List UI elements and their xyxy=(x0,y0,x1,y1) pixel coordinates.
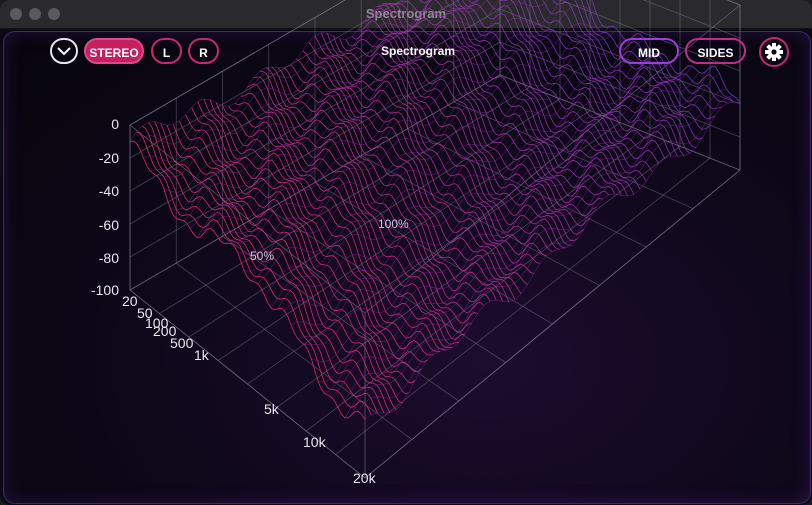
collapse-button[interactable] xyxy=(50,38,78,64)
spectrum-time-line xyxy=(317,65,693,383)
spectrum-ridge-line xyxy=(302,50,541,264)
db-axis: 0 -20 -40 -60 -80 -100 xyxy=(91,116,119,298)
spectrum-ridge-line xyxy=(345,38,585,235)
settings-button[interactable] xyxy=(759,37,789,67)
db-tick-label: -80 xyxy=(99,250,119,266)
frequency-tick-label: 1k xyxy=(194,347,210,363)
mid-button[interactable]: MID xyxy=(619,38,679,64)
spectrum-ridge-line xyxy=(160,123,397,411)
spectrum-ridge-line xyxy=(528,0,697,148)
spectrum-time-line xyxy=(331,71,706,398)
frequency-tick-label: 5k xyxy=(264,401,280,417)
time-percent-label: 50% xyxy=(250,249,274,263)
frequency-tick-label: 500 xyxy=(170,335,194,351)
spectrum-time-line xyxy=(290,54,665,326)
db-tick-label: 0 xyxy=(111,116,119,132)
spectrum-time-line xyxy=(324,72,700,394)
spectrum-time-line xyxy=(264,33,638,296)
floor-grid-line xyxy=(335,157,711,455)
gear-icon xyxy=(765,43,783,61)
right-channel-button[interactable]: R xyxy=(188,38,219,64)
frequency-tick-label: 20k xyxy=(353,470,377,486)
spectrum-ridge-line xyxy=(388,2,628,197)
db-tick-label: -20 xyxy=(99,150,119,166)
db-tick-label: -60 xyxy=(99,217,119,233)
db-tick-label: -40 xyxy=(99,183,119,199)
chevron-down-icon xyxy=(57,47,71,56)
app-window: Spectrogram 0 -20 -40 -60 -80 -100 20 50 100 200… xyxy=(0,0,812,505)
spectrum-time-line xyxy=(311,68,686,363)
spectrum-time-line xyxy=(344,73,720,419)
frequency-tick-label: 10k xyxy=(303,434,327,450)
wireframe-grid xyxy=(129,0,741,479)
spectrum-time-line xyxy=(297,64,672,340)
stereo-button[interactable]: STEREO xyxy=(84,38,144,64)
db-tick-label: -100 xyxy=(91,282,119,298)
sides-button[interactable]: SIDES xyxy=(685,38,746,64)
spectrum-ridge-line xyxy=(148,122,385,414)
floor-grid-line xyxy=(453,101,694,209)
spectrogram-3d-view: 0-20-40-60-80-100 20501002005001k5k10k20… xyxy=(91,0,741,486)
time-percent-label: 100% xyxy=(378,217,409,231)
frequency-tick-label: 20 xyxy=(122,293,138,309)
left-channel-button[interactable]: L xyxy=(151,38,182,64)
panel-title: Spectrogram xyxy=(380,44,456,58)
